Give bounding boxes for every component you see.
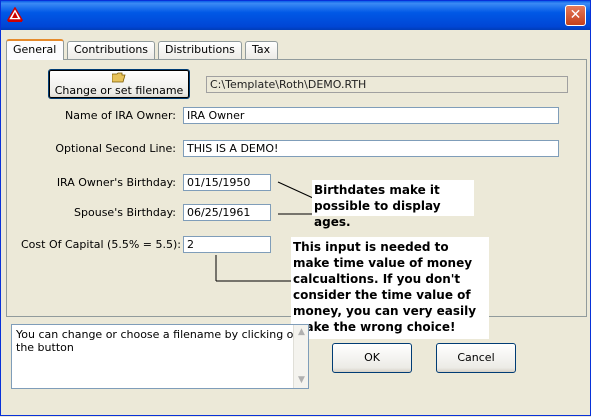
status-message: You can change or choose a filename by c…	[16, 328, 301, 354]
scroll-down-icon[interactable]: ▼	[294, 373, 309, 388]
cancel-button[interactable]: Cancel	[436, 343, 516, 373]
status-scrollbar[interactable]: ▲ ▼	[293, 325, 308, 388]
tab-general[interactable]: General	[6, 39, 64, 60]
birthdates-note: Birthdates make it possible to display a…	[312, 180, 474, 229]
scroll-up-icon[interactable]: ▲	[294, 325, 309, 340]
dialog-window: ✕ General Contributions Distributions Ta…	[0, 0, 591, 416]
time-value-note: This input is needed to make time value …	[291, 237, 489, 339]
status-message-box[interactable]: You can change or choose a filename by c…	[11, 324, 309, 389]
ok-button[interactable]: OK	[332, 343, 412, 373]
